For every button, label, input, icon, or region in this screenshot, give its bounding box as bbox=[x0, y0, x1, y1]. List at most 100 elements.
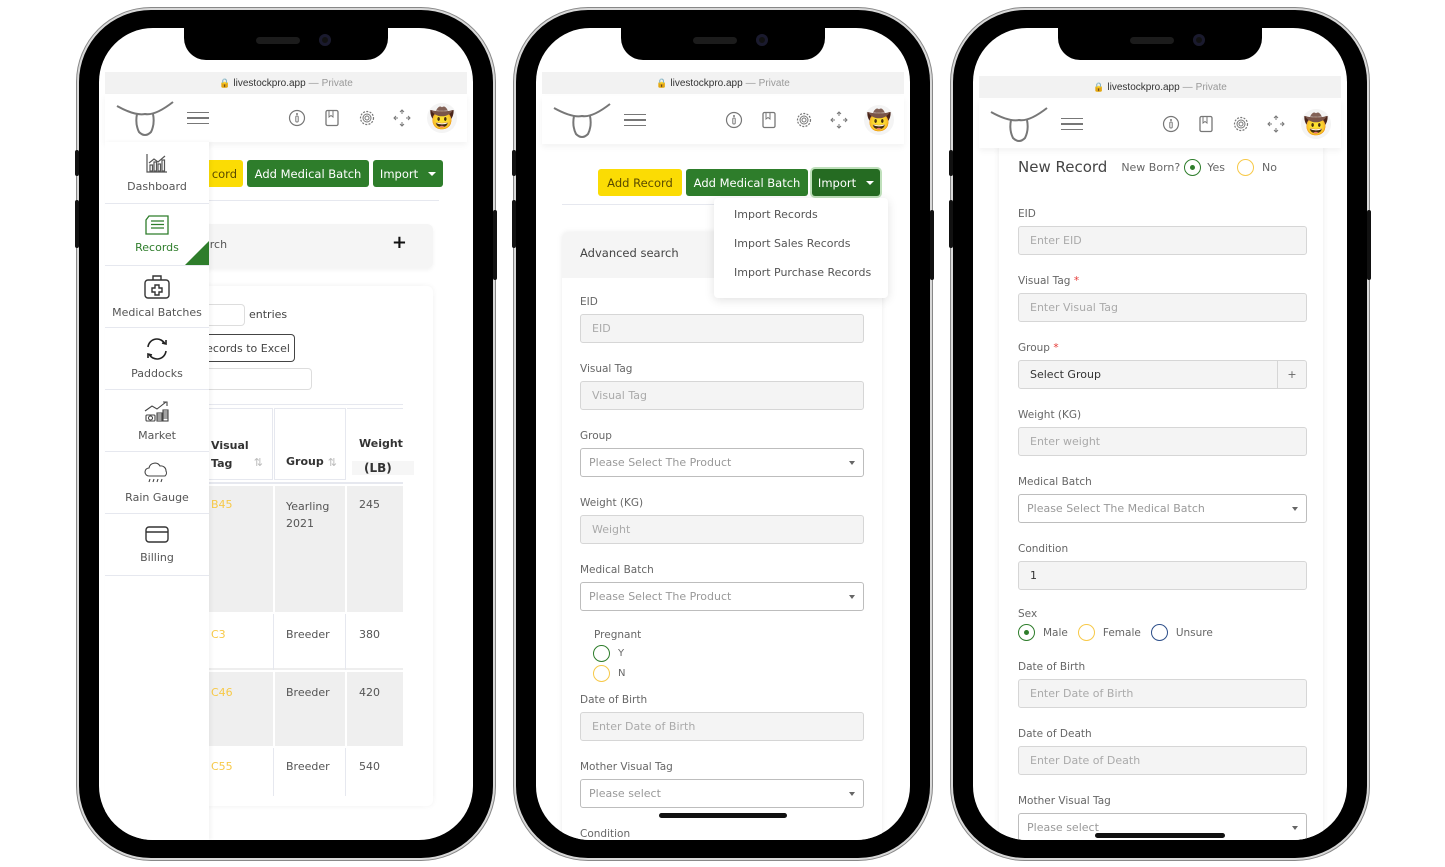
home-indicator[interactable] bbox=[1095, 833, 1225, 838]
eid-input[interactable]: EID bbox=[580, 314, 864, 343]
table-row[interactable]: C3 Breeder 380 bbox=[199, 614, 403, 670]
group-select-value: Select Group bbox=[1030, 368, 1101, 381]
url-private: Private bbox=[321, 77, 353, 89]
medical-batch-select[interactable]: Please Select The Product bbox=[580, 582, 864, 611]
add-group-button[interactable]: + bbox=[1277, 361, 1306, 388]
notch bbox=[1058, 28, 1262, 60]
export-excel-button[interactable]: Records to Excel bbox=[199, 334, 295, 362]
visual-tag-input[interactable]: Enter Visual Tag bbox=[1018, 293, 1307, 322]
info-icon[interactable] bbox=[287, 109, 306, 128]
import-dropdown-button[interactable]: Import bbox=[373, 160, 443, 187]
fullscreen-icon[interactable] bbox=[392, 109, 411, 128]
home-indicator[interactable] bbox=[659, 813, 787, 818]
add-record-button[interactable]: Add Record bbox=[598, 169, 682, 196]
group-label: Group bbox=[580, 430, 612, 442]
dob-input[interactable]: Enter Date of Birth bbox=[1018, 679, 1307, 708]
dob-label: Date of Birth bbox=[580, 694, 648, 706]
hamburger-menu-icon[interactable] bbox=[624, 110, 646, 131]
header-text: Visual bbox=[211, 439, 249, 452]
column-header-visual-tag[interactable]: Visual Tag ⇅ bbox=[199, 408, 273, 480]
info-icon[interactable] bbox=[1161, 115, 1180, 134]
hamburger-menu-icon[interactable] bbox=[187, 108, 209, 129]
column-header-weight[interactable]: Weight (LB) bbox=[347, 408, 414, 480]
browser-url-bar[interactable]: 🔒 livestockpro.app — Private bbox=[979, 76, 1341, 98]
sidebar-label: Paddocks bbox=[131, 367, 183, 380]
import-dropdown-menu: Import Records Import Sales Records Impo… bbox=[714, 198, 888, 298]
table-search-input[interactable] bbox=[199, 368, 312, 390]
sort-icon[interactable]: ⇅ bbox=[328, 456, 337, 469]
condition-input[interactable]: 1 bbox=[1018, 561, 1307, 590]
book-icon[interactable] bbox=[322, 109, 341, 128]
radio-n[interactable] bbox=[593, 665, 610, 682]
book-icon[interactable] bbox=[759, 111, 778, 130]
group-select[interactable]: Please Select The Product bbox=[580, 448, 864, 477]
gear-icon[interactable] bbox=[1231, 115, 1250, 134]
table-row[interactable]: B45 Yearling 2021 245 bbox=[199, 486, 403, 612]
weight-input[interactable]: Weight bbox=[580, 515, 864, 544]
bull-logo-icon[interactable] bbox=[552, 100, 612, 140]
add-medical-batch-button[interactable]: Add Medical Batch bbox=[686, 169, 808, 196]
user-avatar[interactable]: 🤠 bbox=[427, 103, 457, 133]
mother-tag-select[interactable]: Please select bbox=[580, 779, 864, 808]
import-dropdown-button[interactable]: Import bbox=[812, 169, 880, 196]
sidebar-item-rain-gauge[interactable]: Rain Gauge bbox=[105, 452, 209, 514]
visual-tag-link[interactable]: C46 bbox=[211, 686, 233, 699]
dod-input[interactable]: Enter Date of Death bbox=[1018, 746, 1307, 775]
fullscreen-icon[interactable] bbox=[1266, 115, 1285, 134]
url-private: Private bbox=[758, 77, 790, 89]
table-row[interactable]: C55 Breeder 540 bbox=[199, 748, 403, 796]
radio-label: No bbox=[1261, 160, 1277, 174]
pregnant-option-y[interactable]: Y bbox=[593, 645, 864, 662]
sidebar-item-dashboard[interactable]: Dashboard bbox=[105, 142, 209, 204]
radio-y[interactable] bbox=[593, 645, 610, 662]
gear-icon[interactable] bbox=[794, 111, 813, 130]
user-avatar[interactable]: 🤠 bbox=[1301, 109, 1331, 139]
eid-input[interactable]: Enter EID bbox=[1018, 226, 1307, 255]
advanced-search-panel[interactable]: arch + bbox=[199, 224, 433, 268]
info-icon[interactable] bbox=[724, 111, 743, 130]
sex-unsure-radio[interactable] bbox=[1150, 624, 1168, 641]
new-born-yes-radio[interactable] bbox=[1184, 158, 1202, 176]
bull-logo-icon[interactable] bbox=[989, 104, 1049, 144]
menu-item-import-sales-records[interactable]: Import Sales Records bbox=[734, 237, 888, 266]
visual-tag-link[interactable]: C3 bbox=[211, 628, 226, 641]
sort-icon[interactable]: ⇅ bbox=[254, 456, 263, 469]
menu-item-import-records[interactable]: Import Records bbox=[734, 208, 888, 237]
sidebar-item-billing[interactable]: Billing bbox=[105, 514, 209, 576]
hamburger-menu-icon[interactable] bbox=[1061, 114, 1083, 135]
required-asterisk: * bbox=[1053, 342, 1059, 354]
add-medical-batch-button[interactable]: Add Medical Batch bbox=[247, 160, 369, 187]
table-row[interactable]: C46 Breeder 420 bbox=[199, 672, 403, 746]
column-header-group[interactable]: Group ⇅ bbox=[274, 408, 346, 480]
sidebar-item-records[interactable]: Records bbox=[105, 204, 209, 266]
sidebar-label: Dashboard bbox=[127, 180, 187, 193]
sex-male-radio[interactable] bbox=[1018, 624, 1035, 641]
medical-batch-select[interactable]: Please Select The Medical Batch bbox=[1018, 494, 1307, 523]
header-text: Weight bbox=[359, 437, 403, 450]
visual-tag-link[interactable]: C55 bbox=[211, 760, 233, 773]
group-select[interactable]: Select Group + bbox=[1018, 360, 1307, 389]
sidebar-item-market[interactable]: Market bbox=[105, 390, 209, 452]
book-icon[interactable] bbox=[1196, 115, 1215, 134]
browser-url-bar[interactable]: 🔒 livestockpro.app — Private bbox=[105, 72, 467, 94]
user-avatar[interactable]: 🤠 bbox=[864, 105, 894, 135]
pregnant-option-n[interactable]: N bbox=[593, 665, 864, 682]
menu-item-import-purchase-records[interactable]: Import Purchase Records bbox=[734, 266, 888, 295]
sex-label: Sex bbox=[1018, 608, 1038, 620]
radio-label: Y bbox=[618, 648, 625, 659]
expand-plus-icon[interactable]: + bbox=[392, 232, 407, 253]
visual-tag-input[interactable]: Visual Tag bbox=[580, 381, 864, 410]
sex-female-radio[interactable] bbox=[1077, 624, 1095, 641]
dob-input[interactable]: Enter Date of Birth bbox=[580, 712, 864, 741]
visual-tag-link[interactable]: B45 bbox=[211, 498, 233, 511]
sidebar-item-medical-batches[interactable]: Medical Batches bbox=[105, 266, 209, 328]
bull-logo-icon[interactable] bbox=[115, 98, 175, 138]
new-born-no-radio[interactable] bbox=[1236, 158, 1254, 176]
browser-url-bar[interactable]: 🔒 livestockpro.app — Private bbox=[542, 72, 904, 94]
gear-icon[interactable] bbox=[357, 109, 376, 128]
active-indicator bbox=[185, 241, 209, 265]
weight-input[interactable]: Enter weight bbox=[1018, 427, 1307, 456]
fullscreen-icon[interactable] bbox=[829, 111, 848, 130]
sidebar-item-paddocks[interactable]: Paddocks bbox=[105, 328, 209, 390]
import-label: Import bbox=[817, 175, 857, 190]
